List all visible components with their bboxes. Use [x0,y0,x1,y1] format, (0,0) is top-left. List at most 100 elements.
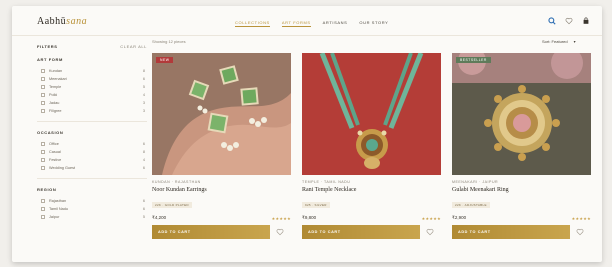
sort-dropdown[interactable]: Sort: Featured ▾ [542,39,576,44]
search-icon[interactable] [548,17,556,25]
checkbox[interactable] [41,150,45,154]
checkbox[interactable] [41,166,45,170]
add-to-cart-button[interactable]: ADD TO CART [152,225,270,239]
product-name[interactable]: Noor Kundan Earrings [152,187,291,193]
option-label: Filigree [49,109,62,113]
product-category: MEENAKARI · JAIPUR [452,180,499,184]
product-image[interactable] [302,53,441,175]
filter-option[interactable]: Casual 8 [37,148,147,156]
heart-icon[interactable] [426,228,434,236]
filter-option[interactable]: Jadau 3 [37,99,147,107]
option-count: 5 [142,85,145,89]
bestseller-badge: BESTSELLER [456,57,491,63]
option-label: Casual [49,150,61,154]
filters-title: FILTERS [37,44,58,49]
add-to-cart-button[interactable]: ADD TO CART [302,225,420,239]
product-card: BESTSELLER MEENAKARI · JAIPUR Gulabi Mee… [452,53,591,239]
product-category: TEMPLE · TAMIL NADU [302,180,351,184]
filter-option[interactable]: Jaipur 5 [37,213,147,221]
filter-option[interactable]: Festive 4 [37,156,147,164]
option-label: Meenakari [49,77,67,81]
option-label: Temple [49,85,62,89]
main-nav: COLLECTIONS ART FORMS ARTISANS OUR STORY [235,20,388,27]
brand-name-accent: sana [66,16,88,27]
new-badge: NEW [156,57,174,63]
checkbox[interactable] [41,69,45,73]
option-label: Jaipur [49,215,60,219]
clear-all-link[interactable]: CLEAR ALL [120,44,147,49]
section-title: REGION [37,187,57,192]
option-count: 5 [142,215,145,219]
header-actions [548,17,590,25]
filter-option[interactable]: Filigree 3 [37,107,147,115]
filter-option[interactable]: Rajasthan 6 [37,197,147,205]
checkbox[interactable] [41,77,45,81]
option-count: 3 [142,101,145,105]
earrings-photo [152,53,291,175]
product-card: NEW KUNDAN · RAJASTHAN Noor Kundan Earri… [152,53,291,239]
checkbox[interactable] [41,109,45,113]
filter-option[interactable]: Office 6 [37,140,147,148]
checkbox[interactable] [41,101,45,105]
nav-artisans[interactable]: ARTISANS [323,20,348,27]
option-count: 8 [142,69,145,73]
filter-option[interactable]: Polki 4 [37,91,147,99]
option-label: Kundan [49,69,63,73]
option-count: 8 [142,150,145,154]
option-label: Tamil Nadu [49,207,68,211]
filter-option[interactable]: Tamil Nadu 6 [37,205,147,213]
filter-option[interactable]: Meenakari 6 [37,75,147,83]
checkbox[interactable] [41,85,45,89]
necklace-photo [302,53,441,175]
rating-stars: ★★★★★ [421,215,441,221]
top-header: Aabhūsana COLLECTIONS ART FORMS ARTISANS… [12,6,602,36]
chevron-down-icon: ▾ [573,39,576,44]
divider [37,178,147,179]
option-count: 6 [142,142,145,146]
filter-option[interactable]: Wedding Guest 6 [37,164,147,172]
product-name[interactable]: Gulabi Meenakari Ring [452,187,591,193]
brand-name: Aabhū [37,16,67,27]
add-to-cart-button[interactable]: ADD TO CART [452,225,570,239]
nav-art-forms[interactable]: ART FORMS [281,20,311,27]
nav-our-story[interactable]: OUR STORY [359,20,388,27]
rating-stars: ★★★★★ [271,215,291,221]
product-price: ₹4,200 [152,215,167,220]
nav-collections[interactable]: COLLECTIONS [235,20,270,27]
option-count: 3 [142,109,145,113]
sort-label: Sort: Featured [542,39,568,44]
checkbox[interactable] [41,207,45,211]
option-count: 6 [142,77,145,81]
checkbox[interactable] [41,158,45,162]
checkbox[interactable] [41,199,45,203]
section-title: OCCASION [37,130,64,135]
option-label: Festive [49,158,62,162]
filter-option[interactable]: Temple 5 [37,83,147,91]
heart-icon[interactable] [276,228,284,236]
material-tag: 22K · ADJUSTABLE [452,202,490,208]
product-card: TEMPLE · TAMIL NADU Rani Temple Necklace… [302,53,441,239]
heart-icon[interactable] [576,228,584,236]
product-price: ₹2,900 [452,215,467,220]
option-label: Polki [49,93,58,97]
results-count: Showing 12 pieces [152,39,186,44]
product-image[interactable]: BESTSELLER [452,53,591,175]
product-image[interactable]: NEW [152,53,291,175]
checkbox[interactable] [41,142,45,146]
product-name[interactable]: Rani Temple Necklace [302,187,441,193]
brand-logo[interactable]: Aabhūsana [37,16,87,27]
option-count: 6 [142,166,145,170]
ring-photo [452,53,591,175]
checkbox[interactable] [41,93,45,97]
rating-stars: ★★★★★ [571,215,591,221]
filter-option[interactable]: Kundan 8 [37,67,147,75]
bag-icon[interactable] [582,17,590,25]
heart-icon[interactable] [565,17,573,25]
option-label: Jadau [49,101,60,105]
checkbox[interactable] [41,215,45,219]
product-grid: NEW KUNDAN · RAJASTHAN Noor Kundan Earri… [152,53,591,239]
option-label: Office [49,142,59,146]
option-count: 4 [142,93,145,97]
material-tag: 22K · GOLD PLATED [152,202,192,208]
filter-section-occasion: OCCASION Office 6 Casual 8 Festive 4 Weddin… [37,130,147,179]
